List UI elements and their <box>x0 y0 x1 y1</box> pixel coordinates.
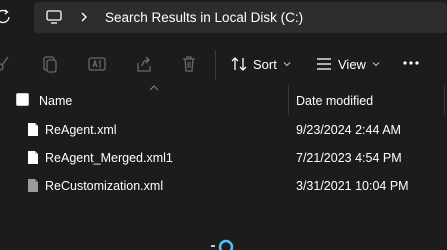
file-name: ReAgent_Merged.xml1 <box>45 151 173 165</box>
sort-icon <box>231 57 247 71</box>
sort-button[interactable]: Sort <box>231 52 291 76</box>
refresh-icon[interactable] <box>0 8 12 26</box>
column-header-date-modified[interactable]: Date modified <box>296 94 373 108</box>
busy-cursor-icon <box>211 239 234 250</box>
chevron-right-icon[interactable] <box>80 11 88 23</box>
file-date-modified: 3/31/2021 10:04 PM <box>296 179 409 193</box>
view-icon <box>317 58 331 70</box>
document-icon <box>28 179 38 192</box>
document-icon <box>28 151 38 164</box>
column-header-name[interactable]: Name <box>39 94 72 108</box>
column-divider[interactable] <box>288 85 289 115</box>
column-divider[interactable] <box>444 85 445 115</box>
address-bar[interactable]: Search Results in Local Disk (C:) <box>34 2 447 33</box>
chevron-down-icon <box>372 62 380 67</box>
file-name: ReAgent.xml <box>45 123 117 137</box>
document-icon <box>28 123 38 136</box>
file-row[interactable]: ReAgent_Merged.xml1 7/21/2023 4:54 PM <box>0 145 447 173</box>
more-options-icon[interactable] <box>402 58 420 68</box>
breadcrumb[interactable]: Search Results in Local Disk (C:) <box>105 10 303 25</box>
copy-icon[interactable] <box>41 55 59 73</box>
sort-label: Sort <box>253 56 277 72</box>
this-pc-icon <box>46 10 62 24</box>
chevron-down-icon <box>283 62 291 67</box>
command-bar: Sort View <box>0 44 447 84</box>
column-header-row: Name Date modified <box>0 85 447 115</box>
file-date-modified: 7/21/2023 4:54 PM <box>296 151 402 165</box>
address-row: Search Results in Local Disk (C:) <box>0 0 447 36</box>
file-name: ReCustomization.xml <box>45 179 164 193</box>
file-row[interactable]: ReCustomization.xml 3/31/2021 10:04 PM <box>0 173 447 201</box>
delete-icon[interactable] <box>180 55 198 73</box>
view-label: View <box>338 56 366 72</box>
view-button[interactable]: View <box>316 52 380 76</box>
file-row[interactable]: ReAgent.xml 9/23/2024 2:44 AM <box>0 117 447 145</box>
file-date-modified: 9/23/2024 2:44 AM <box>296 123 401 137</box>
rename-icon[interactable] <box>88 55 106 73</box>
select-all-checkbox[interactable] <box>16 93 29 106</box>
sort-ascending-icon <box>149 85 159 91</box>
toolbar-separator <box>215 50 216 80</box>
cut-icon[interactable] <box>0 55 12 73</box>
share-icon[interactable] <box>135 55 153 73</box>
